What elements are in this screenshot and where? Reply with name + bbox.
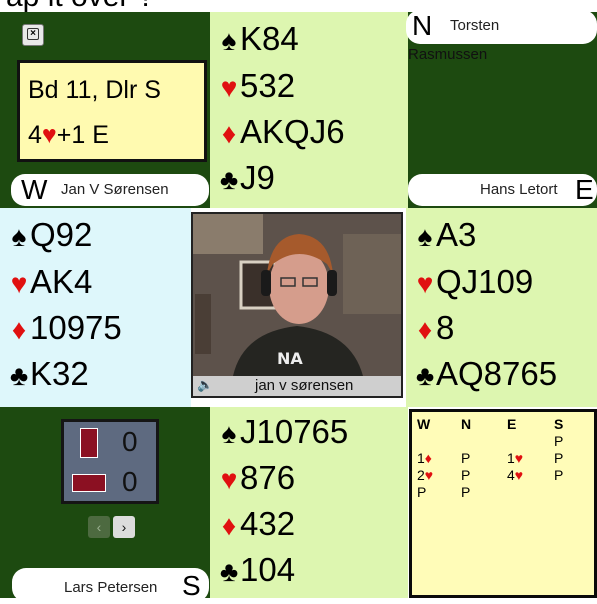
east-direction: E — [575, 174, 594, 205]
heart-icon: ♥ — [41, 121, 57, 149]
auction-bid: 1♥ — [507, 450, 524, 466]
heart-icon: ♥ — [220, 72, 238, 103]
auction-header-w: W — [417, 416, 431, 432]
south-spades[interactable]: J10765 — [240, 413, 348, 450]
west-spades[interactable]: Q92 — [30, 216, 92, 253]
chevron-left-icon: ‹ — [96, 519, 102, 535]
club-icon: ♣ — [415, 360, 435, 391]
east-diamonds[interactable]: 8 — [436, 309, 454, 346]
east-clubs[interactable]: AQ8765 — [436, 355, 557, 392]
auction-bid: P — [417, 484, 427, 500]
club-icon: ♣ — [219, 164, 239, 195]
north-hand: ♠ K84 ♥532 ♦ AKQJ6 ♣J9 — [210, 12, 408, 208]
auction-bid: P — [554, 450, 564, 466]
club-icon: ♣ — [219, 556, 239, 587]
north-hearts[interactable]: 532 — [240, 67, 295, 104]
west-diamonds[interactable]: 10975 — [30, 309, 122, 346]
auction-bid: 2♥ — [417, 467, 434, 483]
auction-bid: 1♦ — [417, 450, 432, 466]
north-name-pill: N Torsten — [406, 10, 597, 44]
diamond-icon: ♦ — [221, 118, 237, 149]
club-icon: ♣ — [9, 360, 29, 391]
north-clubs[interactable]: J9 — [240, 159, 275, 196]
board-info: Bd 11, Dlr S 4♥+1 E — [17, 60, 207, 162]
diamond-icon: ♦ — [417, 314, 433, 345]
spade-icon: ♠ — [11, 221, 27, 252]
west-clubs[interactable]: K32 — [30, 355, 89, 392]
north-diamonds[interactable]: AKQJ6 — [240, 113, 345, 150]
north-first-name: Torsten — [450, 17, 500, 34]
auction-bid: P — [461, 467, 471, 483]
ew-tricks-count: 0 — [122, 466, 138, 497]
south-clubs[interactable]: 104 — [240, 551, 295, 588]
spade-icon: ♠ — [417, 221, 433, 252]
heart-icon: ♥ — [220, 464, 238, 495]
north-last-name: Rasmussen — [408, 46, 488, 63]
south-name-pill: Lars Petersen S — [12, 568, 209, 602]
video-tile[interactable]: NA 🔈 jan v sørensen — [191, 212, 403, 398]
west-hearts[interactable]: AK4 — [30, 263, 92, 300]
west-name: Jan V Sørensen — [61, 181, 169, 198]
video-caption-bar: 🔈 jan v sørensen — [193, 376, 401, 396]
auction-header-s: S — [554, 416, 564, 432]
next-trick-button[interactable]: › — [113, 516, 135, 538]
video-participant-name: jan v sørensen — [255, 377, 354, 394]
north-direction: N — [412, 10, 433, 41]
auction-bid: P — [554, 433, 564, 449]
west-direction: W — [21, 174, 48, 205]
south-hearts[interactable]: 876 — [240, 459, 295, 496]
svg-text:NA: NA — [277, 349, 303, 368]
close-button[interactable]: × — [22, 24, 44, 46]
prev-trick-button[interactable]: ‹ — [88, 516, 110, 538]
auction-bid: P — [461, 450, 471, 466]
heart-icon: ♥ — [416, 268, 434, 299]
spade-icon: ♠ — [221, 418, 237, 449]
chevron-right-icon: › — [121, 519, 127, 535]
auction-box: W N E S P 1♦ P 1♥ P 2♥ P 4♥ P P P — [409, 409, 597, 598]
south-name: Lars Petersen — [64, 579, 158, 596]
diamond-icon: ♦ — [221, 510, 237, 541]
south-hand: ♠ J10765 ♥876 ♦ 432 ♣104 — [210, 407, 408, 598]
auction-bid: 4♥ — [507, 467, 524, 483]
north-spades[interactable]: K84 — [240, 20, 299, 57]
south-direction: S — [182, 570, 201, 601]
ns-tricks-count: 0 — [122, 426, 138, 457]
ew-tricks-card-icon — [72, 474, 106, 492]
east-name-pill: Hans Letort E — [408, 174, 597, 206]
auction-bid: P — [461, 484, 471, 500]
auction-header-n: N — [461, 416, 472, 432]
east-hand: ♠ A3 ♥QJ109 ♦ 8 ♣AQ8765 — [406, 208, 597, 407]
ns-tricks-card-icon — [80, 428, 98, 458]
auction-bid: P — [554, 467, 564, 483]
auction-header-e: E — [507, 416, 517, 432]
south-diamonds[interactable]: 432 — [240, 505, 295, 542]
close-icon: × — [27, 28, 39, 40]
east-spades[interactable]: A3 — [436, 216, 476, 253]
contract: 4♥+1 E — [28, 121, 109, 149]
spade-icon: ♠ — [221, 25, 237, 56]
east-hearts[interactable]: QJ109 — [436, 263, 533, 300]
speaker-icon[interactable]: 🔈 — [197, 377, 213, 393]
east-name: Hans Letort — [480, 181, 558, 198]
west-hand: ♠ Q92 ♥AK4 ♦ 10975 ♣K32 — [0, 208, 191, 407]
diamond-icon: ♦ — [11, 314, 27, 345]
board-number-dealer: Bd 11, Dlr S — [28, 76, 161, 104]
webcam-image: NA — [193, 214, 401, 376]
west-name-pill: W Jan V Sørensen — [11, 174, 209, 206]
tricks-counter: 0 0 — [61, 419, 159, 504]
heart-icon: ♥ — [10, 268, 28, 299]
